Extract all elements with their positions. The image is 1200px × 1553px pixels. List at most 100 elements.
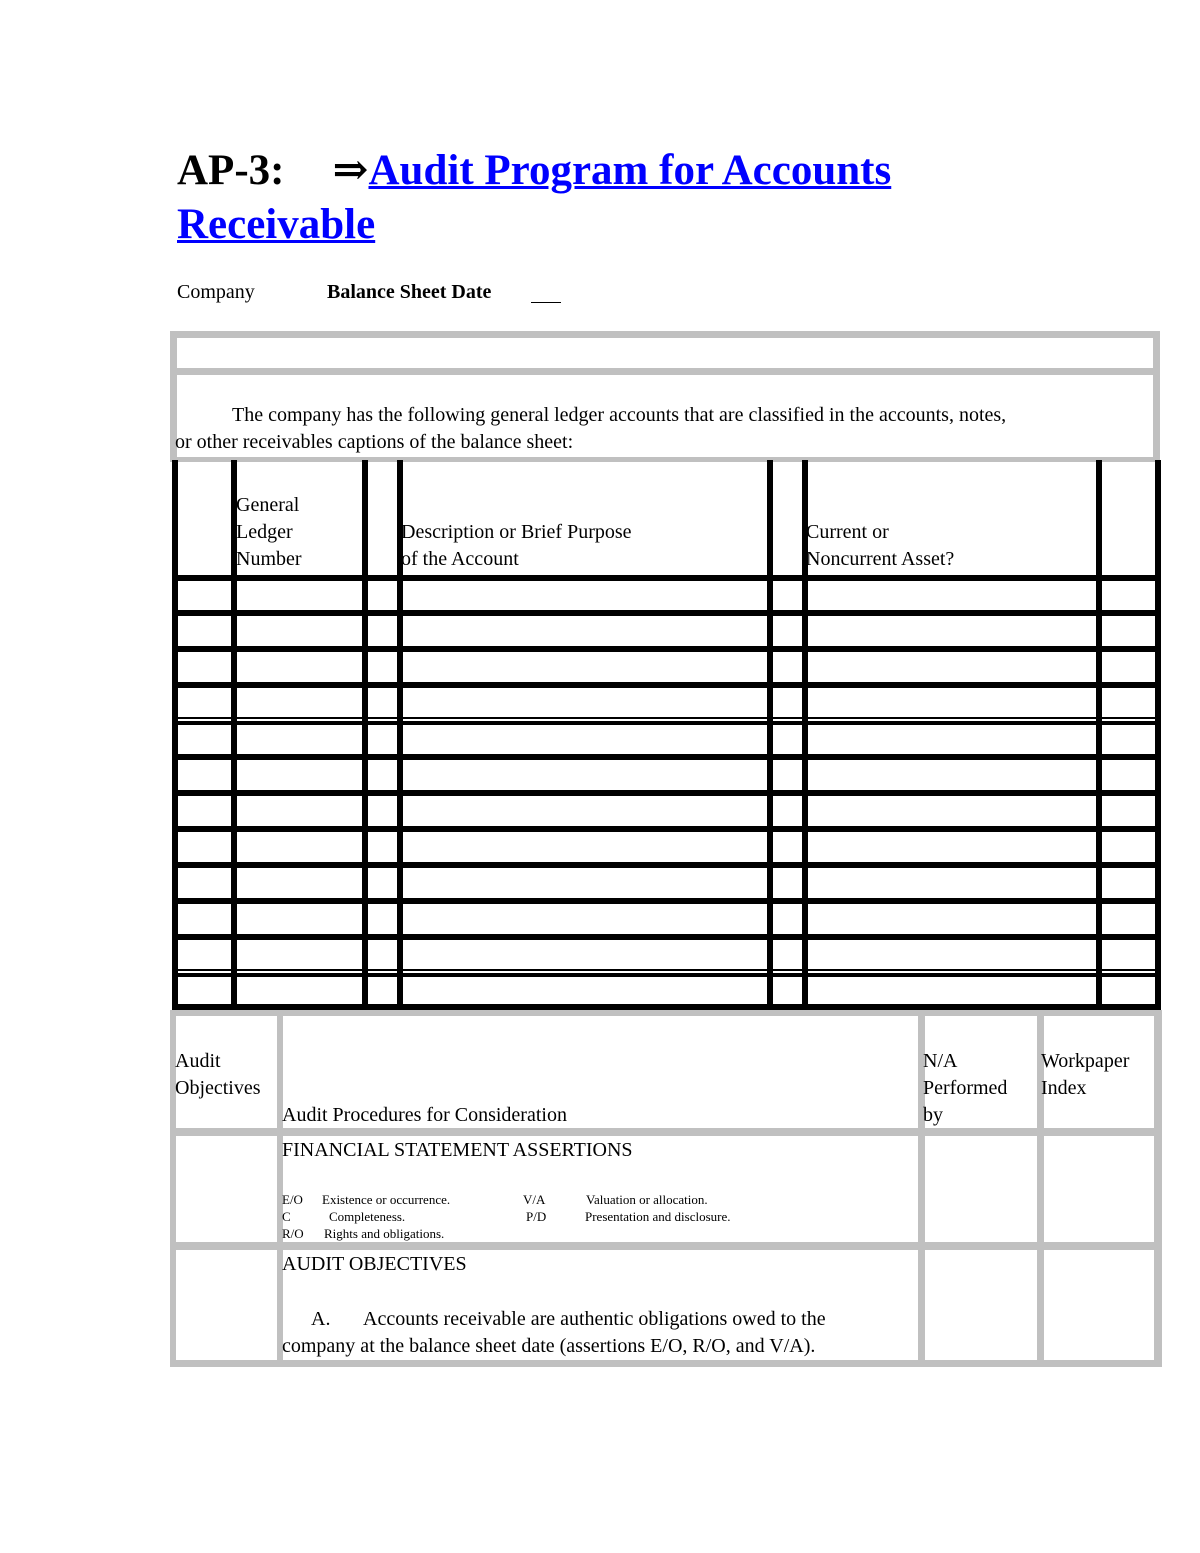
objectives-cell[interactable]	[176, 1250, 277, 1360]
ledger-cell[interactable]	[808, 688, 1096, 718]
ledger-cell[interactable]	[773, 832, 802, 862]
ledger-cell[interactable]	[237, 688, 362, 718]
ledger-cell[interactable]	[808, 832, 1096, 862]
ledger-cell[interactable]	[403, 581, 767, 610]
ledger-cell[interactable]	[368, 760, 397, 790]
ledger-cell[interactable]	[773, 904, 802, 934]
ledger-cell[interactable]	[403, 832, 767, 862]
ledger-cell[interactable]	[773, 581, 802, 610]
ledger-cell[interactable]	[773, 760, 802, 790]
assertion-pd: P/D Presentation and disclosure.	[526, 1209, 731, 1224]
performed-by-cell[interactable]	[925, 1250, 1037, 1360]
ledger-cell[interactable]	[178, 760, 231, 790]
ledger-cell[interactable]	[368, 904, 397, 934]
ledger-cell[interactable]	[178, 940, 231, 970]
ledger-cell[interactable]	[237, 904, 362, 934]
ledger-cell[interactable]	[773, 940, 802, 970]
ledger-cell[interactable]	[773, 976, 802, 1004]
ledger-cell[interactable]	[1102, 581, 1155, 610]
ledger-cell[interactable]	[237, 760, 362, 790]
performed-by-cell[interactable]	[925, 1136, 1037, 1242]
ledger-cell[interactable]	[1102, 868, 1155, 898]
ledger-cell[interactable]	[368, 940, 397, 970]
ledger-cell[interactable]	[178, 976, 231, 1004]
ledger-cell[interactable]	[403, 976, 767, 1004]
ledger-cell[interactable]	[237, 796, 362, 826]
ledger-cell[interactable]	[808, 760, 1096, 790]
ledger-cell[interactable]	[237, 940, 362, 970]
ledger-cell[interactable]	[403, 940, 767, 970]
ledger-cell[interactable]	[808, 581, 1096, 610]
header-audit-objectives: Audit Objectives	[175, 1050, 261, 1099]
ledger-cell[interactable]	[773, 616, 802, 646]
ledger-cell[interactable]	[403, 688, 767, 718]
ledger-cell[interactable]	[773, 688, 802, 718]
ledger-cell[interactable]	[178, 616, 231, 646]
ledger-cell[interactable]	[403, 652, 767, 682]
ledger-cell[interactable]	[1102, 688, 1155, 718]
ledger-cell[interactable]	[808, 976, 1096, 1004]
ledger-cell[interactable]	[1102, 724, 1155, 754]
ledger-vline	[1155, 460, 1161, 1008]
intro-text: The company has the following general le…	[175, 404, 1007, 453]
ledger-cell[interactable]	[178, 796, 231, 826]
ledger-cell[interactable]	[403, 904, 767, 934]
ledger-cell[interactable]	[368, 616, 397, 646]
objective-a: A. Accounts receivable are authentic obli…	[282, 1308, 826, 1357]
ledger-cell[interactable]	[808, 904, 1096, 934]
workpaper-index-cell[interactable]	[1044, 1250, 1154, 1360]
ledger-cell[interactable]	[1102, 976, 1155, 1004]
ledger-cell[interactable]	[368, 976, 397, 1004]
ledger-cell[interactable]	[1102, 796, 1155, 826]
ledger-cell[interactable]	[808, 616, 1096, 646]
ledger-cell[interactable]	[773, 796, 802, 826]
ledger-cell[interactable]	[368, 581, 397, 610]
ledger-cell[interactable]	[237, 724, 362, 754]
ledger-cell[interactable]	[368, 868, 397, 898]
ledger-cell[interactable]	[368, 832, 397, 862]
ledger-cell[interactable]	[368, 652, 397, 682]
ledger-cell[interactable]	[178, 688, 231, 718]
assertion-c: C Completeness.	[282, 1209, 406, 1224]
ledger-cell[interactable]	[773, 724, 802, 754]
document-code: AP-3:	[177, 147, 285, 194]
ledger-cell[interactable]	[237, 976, 362, 1004]
ledger-cell[interactable]	[1102, 904, 1155, 934]
assertion-va: V/A Valuation or allocation.	[523, 1192, 708, 1207]
ledger-cell[interactable]	[808, 652, 1096, 682]
ledger-cell[interactable]	[403, 868, 767, 898]
ledger-cell[interactable]	[403, 616, 767, 646]
ledger-cell[interactable]	[1102, 652, 1155, 682]
ledger-cell[interactable]	[237, 868, 362, 898]
ledger-cell[interactable]	[178, 868, 231, 898]
ledger-cell[interactable]	[808, 724, 1096, 754]
ledger-cell[interactable]	[808, 796, 1096, 826]
objectives-cell[interactable]	[176, 1136, 277, 1242]
ledger-cell[interactable]	[808, 940, 1096, 970]
ledger-cell[interactable]	[237, 616, 362, 646]
ledger-cell[interactable]	[368, 724, 397, 754]
ledger-cell[interactable]	[1102, 760, 1155, 790]
ledger-cell[interactable]	[368, 796, 397, 826]
balance-sheet-date-field[interactable]	[531, 282, 561, 303]
ledger-cell[interactable]	[1102, 616, 1155, 646]
ledger-cell[interactable]	[368, 688, 397, 718]
ledger-cell[interactable]	[808, 868, 1096, 898]
ledger-cell[interactable]	[773, 652, 802, 682]
ledger-cell[interactable]	[178, 832, 231, 862]
ledger-cell[interactable]	[1102, 832, 1155, 862]
ledger-cell[interactable]	[237, 581, 362, 610]
ledger-cell[interactable]	[403, 796, 767, 826]
ledger-cell[interactable]	[178, 904, 231, 934]
ledger-cell[interactable]	[1102, 940, 1155, 970]
ledger-cell[interactable]	[403, 724, 767, 754]
ledger-cell[interactable]	[178, 652, 231, 682]
ledger-cell[interactable]	[178, 581, 231, 610]
objectives-heading: AUDIT OBJECTIVES	[282, 1253, 467, 1275]
workpaper-index-cell[interactable]	[1044, 1136, 1154, 1242]
ledger-cell[interactable]	[403, 760, 767, 790]
ledger-cell[interactable]	[237, 832, 362, 862]
ledger-cell[interactable]	[237, 652, 362, 682]
ledger-cell[interactable]	[178, 724, 231, 754]
ledger-cell[interactable]	[773, 868, 802, 898]
